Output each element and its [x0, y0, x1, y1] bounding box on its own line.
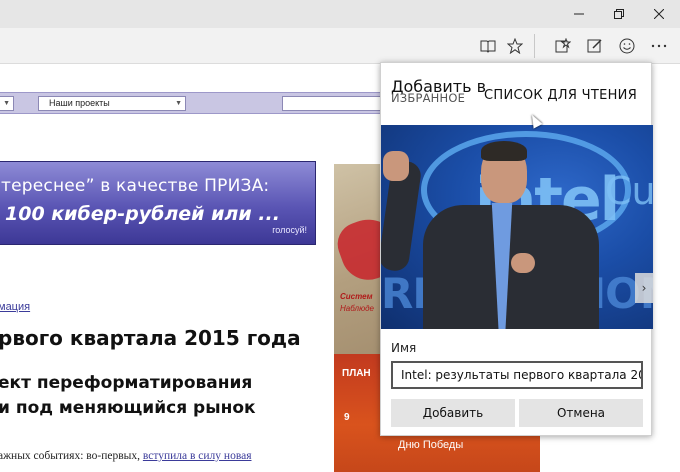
page-thumbnail: intel Cu REVOLUTION ›	[381, 125, 653, 329]
cancel-button[interactable]: Отмена	[519, 399, 643, 427]
add-button[interactable]: Добавить	[391, 399, 515, 427]
favorite-button[interactable]	[504, 35, 526, 57]
minimize-button[interactable]	[560, 0, 598, 28]
article-headline: рвого квартала 2015 года	[0, 326, 301, 350]
promo-banner[interactable]: тереснее” в качестве ПРИЗА: 100 кибер-ру…	[0, 161, 316, 245]
reading-view-icon	[480, 40, 496, 53]
nav-select-left[interactable]: ▼	[0, 96, 14, 111]
reading-view-button[interactable]	[477, 35, 499, 57]
restore-button[interactable]	[600, 0, 638, 28]
browser-toolbar	[0, 28, 680, 64]
tab-favorites[interactable]: ИЗБРАННОЕ	[391, 91, 465, 105]
add-to-flyout: Добавить в ИЗБРАННОЕ СПИСОК ДЛЯ ЧТЕНИЯ i…	[380, 62, 653, 436]
web-note-icon	[587, 39, 602, 53]
article-subheading-line2: и под меняющийся рынок	[0, 398, 256, 418]
article-body-line1: ажных событиях: во-первых, вступила в си…	[0, 450, 252, 462]
article-subheading-line1: ект переформатирования	[0, 373, 253, 393]
thumbnail-next-button[interactable]: ›	[635, 273, 653, 303]
feedback-smiley-icon	[619, 38, 635, 54]
toolbar-divider	[534, 34, 535, 58]
article-body-link[interactable]: вступила в силу новая	[143, 450, 252, 462]
restore-icon	[614, 9, 624, 19]
side-ad-plan: ПЛАН	[342, 368, 371, 379]
site-search-input[interactable]	[282, 96, 382, 111]
banner-line1: тереснее” в качестве ПРИЗА:	[1, 176, 270, 196]
person-hair	[481, 141, 527, 161]
side-ad-victory-day: Дню Победы	[398, 439, 464, 451]
web-note-button[interactable]	[584, 35, 606, 57]
side-ad-text1: Систем	[340, 292, 373, 301]
category-link[interactable]: мация	[0, 301, 30, 313]
minimize-icon	[574, 13, 584, 15]
side-ad-text2: Наблюде	[340, 304, 374, 313]
banner-vote-link: голосуй!	[272, 225, 307, 235]
feedback-button[interactable]	[616, 35, 638, 57]
person-hand-left	[383, 151, 409, 181]
close-icon	[654, 9, 664, 19]
favorite-star-icon	[507, 38, 523, 54]
nav-select-projects-label: Наши проекты	[49, 98, 110, 108]
close-button[interactable]	[640, 0, 678, 28]
article-body-text: ажных событиях: во-первых,	[0, 450, 143, 462]
chevron-down-icon: ▼	[175, 100, 182, 107]
more-icon	[651, 44, 667, 48]
side-ad-number: 9	[344, 412, 350, 423]
banner-line2: 100 кибер-рублей или ...	[5, 203, 280, 225]
thumbnail-text-cu: Cu	[605, 169, 653, 213]
name-input[interactable]: Intel: результаты первого квартала 2015	[391, 361, 643, 389]
chevron-down-icon: ▼	[3, 100, 10, 107]
more-button[interactable]	[648, 35, 670, 57]
nav-select-projects[interactable]: Наши проекты ▼	[38, 96, 186, 111]
title-bar	[0, 0, 680, 28]
hub-icon	[555, 38, 571, 53]
tab-reading-list[interactable]: СПИСОК ДЛЯ ЧТЕНИЯ	[484, 88, 637, 103]
chevron-right-icon: ›	[641, 281, 647, 295]
name-label: Имя	[391, 341, 417, 355]
hub-button[interactable]	[552, 35, 574, 57]
person-hand-right	[511, 253, 535, 273]
